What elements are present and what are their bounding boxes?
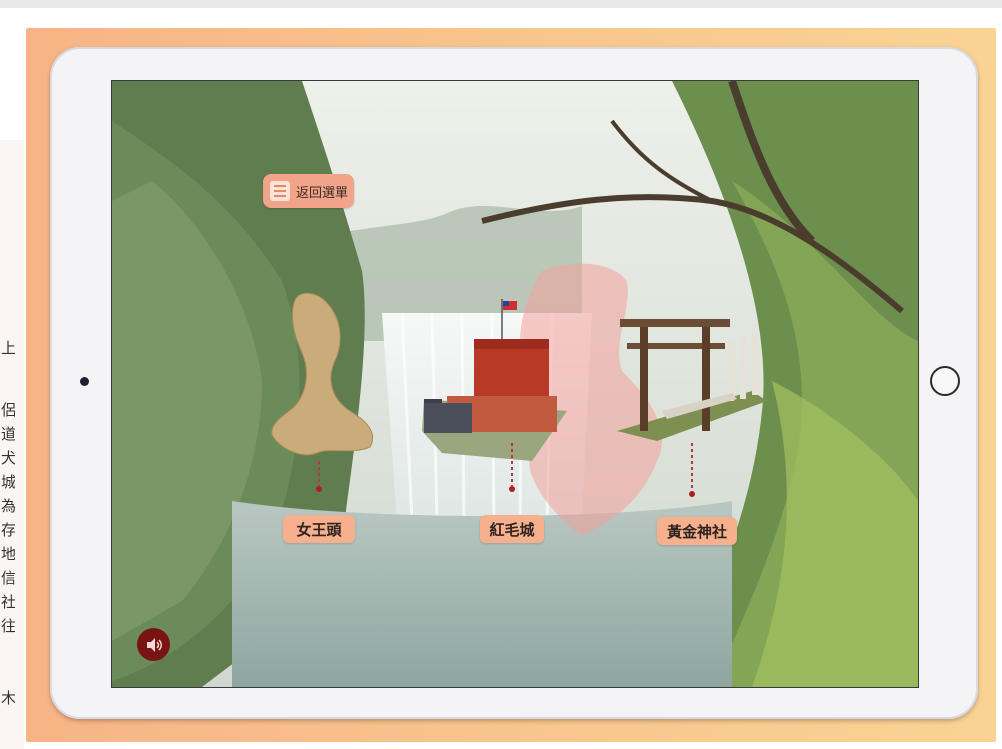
doc-char: 存 <box>1 522 15 538</box>
back-to-menu-label: 返回選單 <box>296 185 349 201</box>
sound-button[interactable] <box>137 628 170 661</box>
place-label-fort-san-domingo[interactable]: 紅毛城 <box>480 515 544 543</box>
doc-char: 木 <box>1 690 15 706</box>
place-label-gold-shrine[interactable]: 黃金神社 <box>657 517 737 545</box>
background-document: 上 侶 道 犬 城 為 存 地 信 社 往 木 <box>0 140 24 749</box>
camera-dot <box>80 377 89 386</box>
speaker-icon <box>146 637 162 652</box>
doc-char: 城 <box>1 474 15 490</box>
doc-char: 為 <box>1 498 15 514</box>
doc-char: 地 <box>1 546 15 562</box>
doc-char: 道 <box>1 426 15 442</box>
doc-char: 信 <box>1 570 15 586</box>
doc-char: 犬 <box>1 450 15 466</box>
app-screen: 返回選單 女王頭 紅毛城 黃金神社 <box>111 80 919 688</box>
home-button[interactable] <box>930 366 960 396</box>
back-to-menu-button[interactable]: 返回選單 <box>263 174 354 208</box>
background-document-strip <box>0 0 1002 8</box>
list-icon <box>270 181 290 201</box>
doc-char: 往 <box>1 618 15 634</box>
doc-char: 侶 <box>1 402 15 418</box>
doc-char: 社 <box>1 594 15 610</box>
waterfall-scene <box>112 81 918 687</box>
doc-char: 上 <box>1 340 15 356</box>
place-label-queens-head[interactable]: 女王頭 <box>283 515 355 543</box>
